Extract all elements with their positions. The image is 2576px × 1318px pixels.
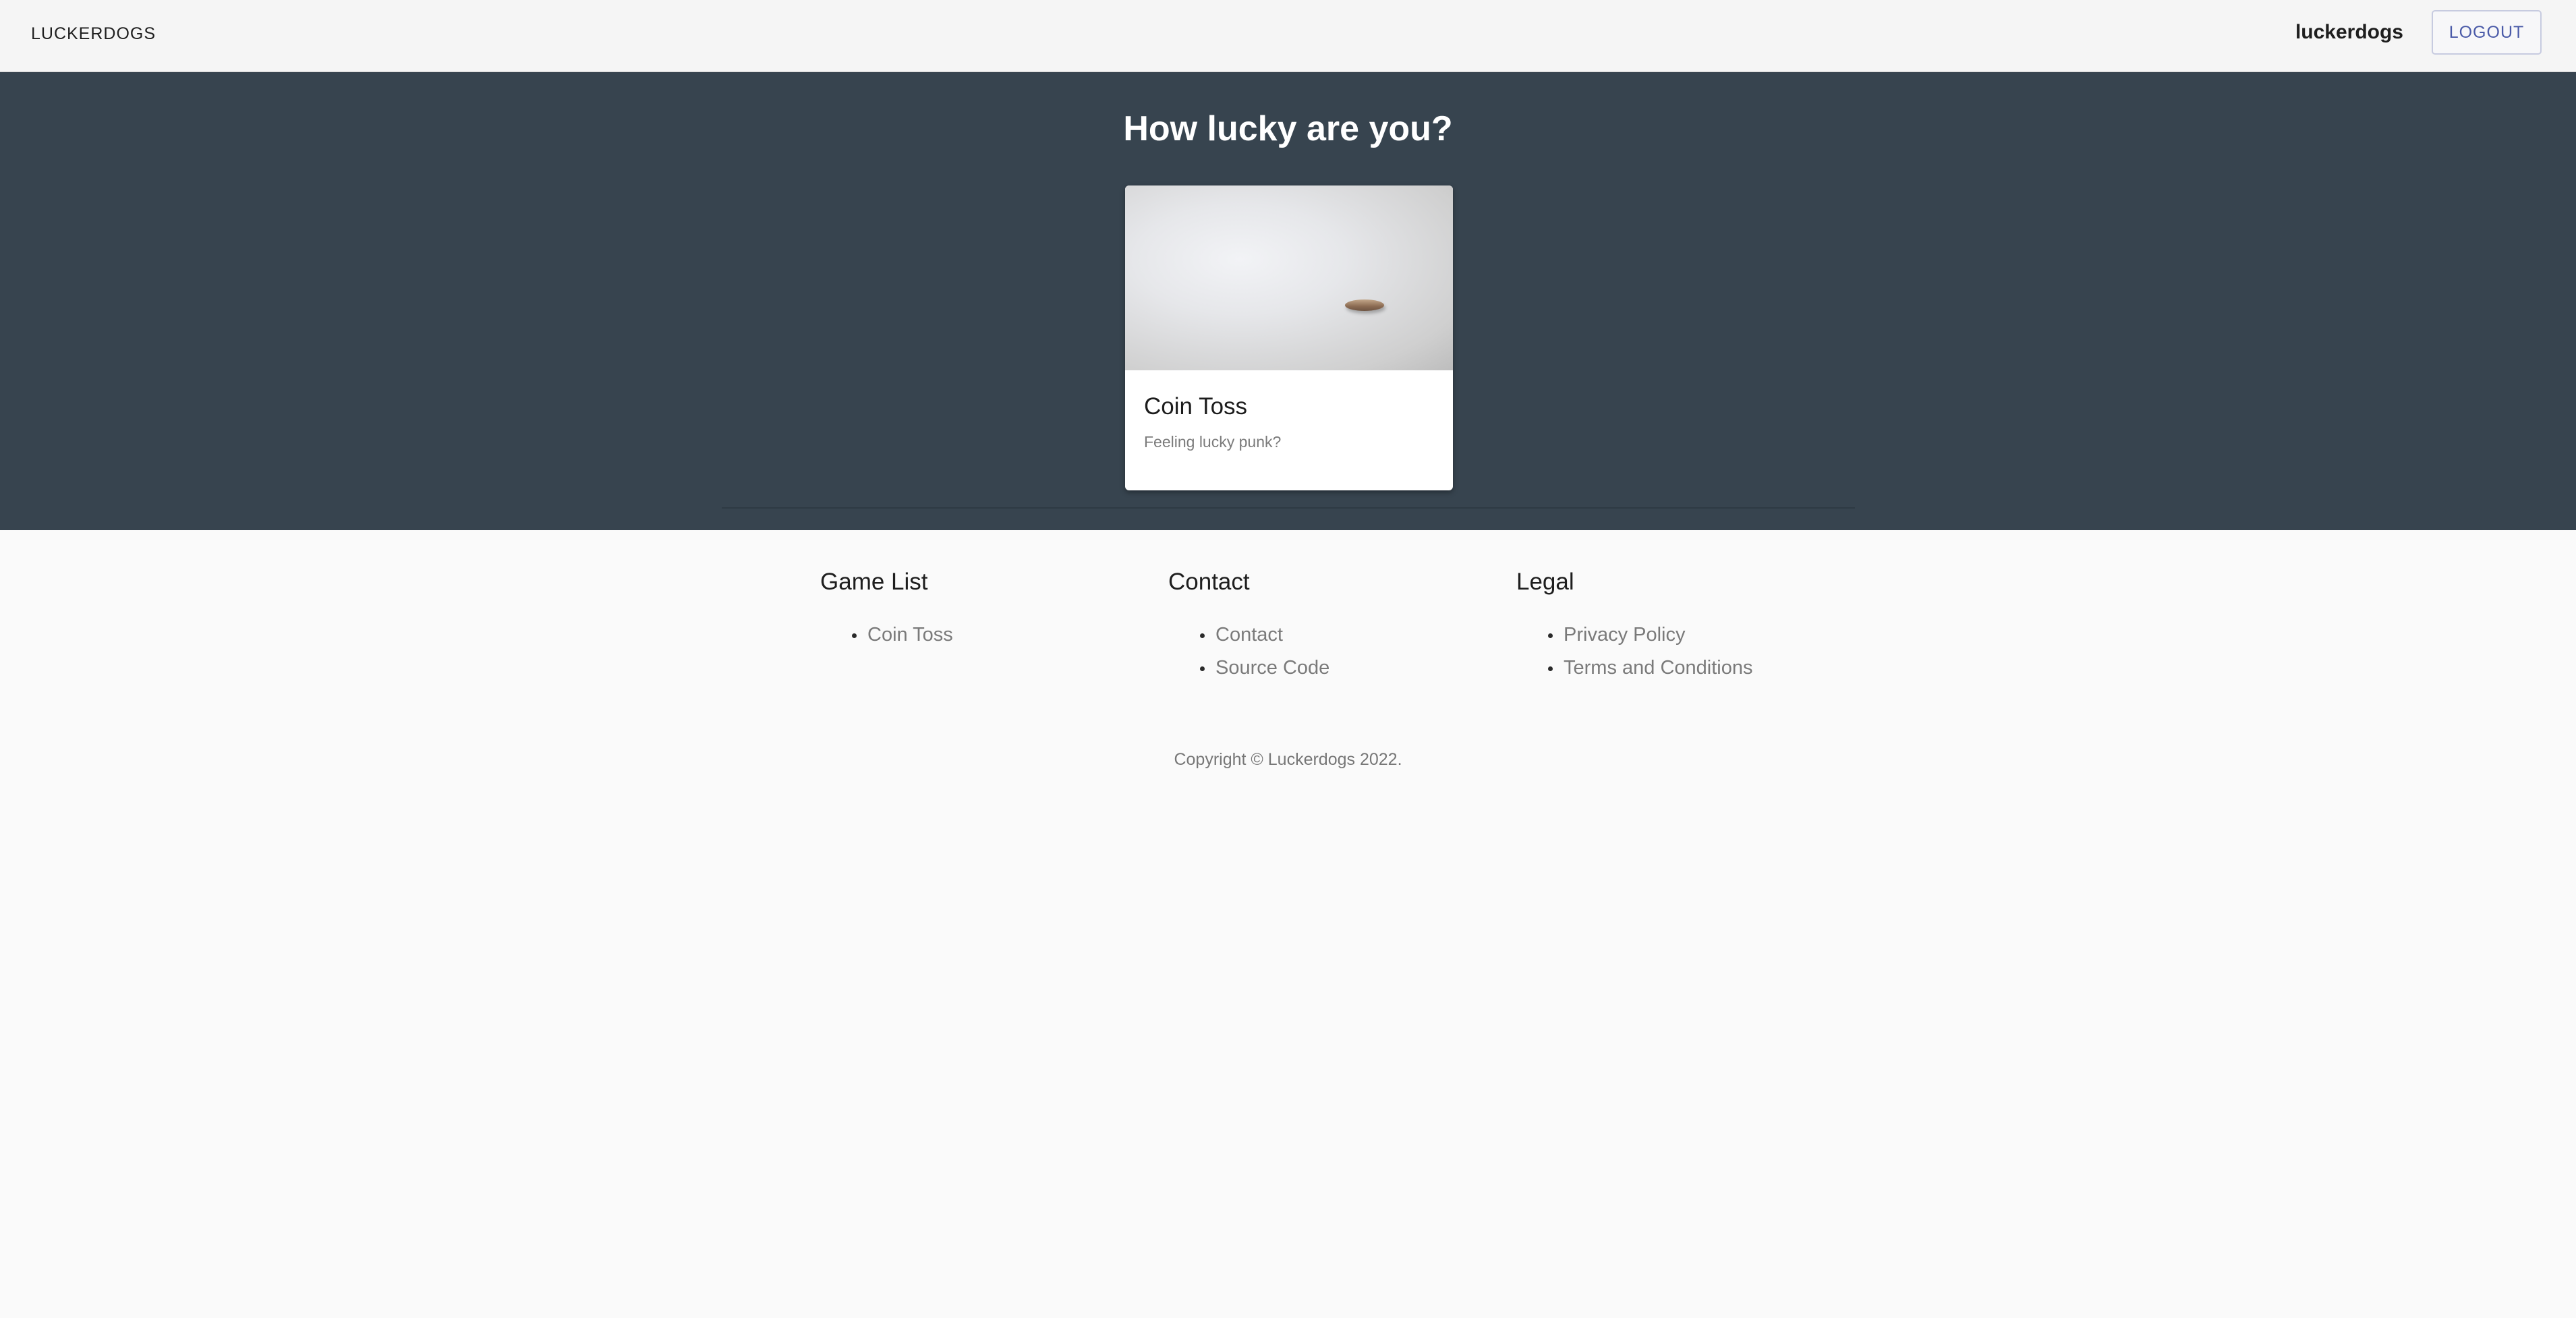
game-card-coin-toss[interactable]: Coin Toss Feeling lucky punk? bbox=[1125, 185, 1453, 490]
username-label: luckerdogs bbox=[2295, 21, 2403, 43]
footer-list-game-list: Coin Toss bbox=[820, 619, 953, 652]
footer-link-terms-and-conditions[interactable]: Terms and Conditions bbox=[1564, 657, 1752, 679]
logout-button[interactable]: LOGOUT bbox=[2432, 10, 2542, 55]
footer-list-legal: Privacy Policy Terms and Conditions bbox=[1516, 619, 1752, 685]
footer-heading-game-list: Game List bbox=[820, 569, 928, 595]
footer-link-contact[interactable]: Contact bbox=[1215, 624, 1283, 646]
game-card-title: Coin Toss bbox=[1144, 393, 1248, 420]
game-card-subtitle: Feeling lucky punk? bbox=[1144, 433, 1282, 451]
footer-column-game-list: Game List Coin Toss bbox=[820, 569, 953, 652]
footer-heading-legal: Legal bbox=[1516, 569, 1574, 595]
list-item: Source Code bbox=[1168, 652, 1329, 685]
list-item: Coin Toss bbox=[820, 619, 953, 652]
coin-toss-image bbox=[1125, 185, 1453, 370]
footer-link-privacy-policy[interactable]: Privacy Policy bbox=[1564, 624, 1686, 646]
hero-divider bbox=[722, 507, 1855, 509]
list-item: Terms and Conditions bbox=[1516, 652, 1752, 685]
footer-heading-contact: Contact bbox=[1168, 569, 1250, 595]
hero-section: How lucky are you? Coin Toss Feeling luc… bbox=[0, 72, 2576, 530]
footer-column-contact: Contact Contact Source Code bbox=[1168, 569, 1329, 685]
footer-column-legal: Legal Privacy Policy Terms and Condition… bbox=[1516, 569, 1752, 685]
coin-shape bbox=[1345, 299, 1384, 311]
list-item: Privacy Policy bbox=[1516, 619, 1752, 652]
brand-logo-link[interactable]: LUCKERDOGS bbox=[31, 24, 156, 44]
top-navbar: LUCKERDOGS luckerdogs LOGOUT bbox=[0, 0, 2576, 72]
footer-link-source-code[interactable]: Source Code bbox=[1215, 657, 1329, 679]
copyright-text: Copyright © Luckerdogs 2022. bbox=[1174, 750, 1402, 769]
page-title: How lucky are you? bbox=[1123, 109, 1453, 148]
list-item: Contact bbox=[1168, 619, 1329, 652]
footer-list-contact: Contact Source Code bbox=[1168, 619, 1329, 685]
footer-link-coin-toss[interactable]: Coin Toss bbox=[867, 624, 953, 646]
